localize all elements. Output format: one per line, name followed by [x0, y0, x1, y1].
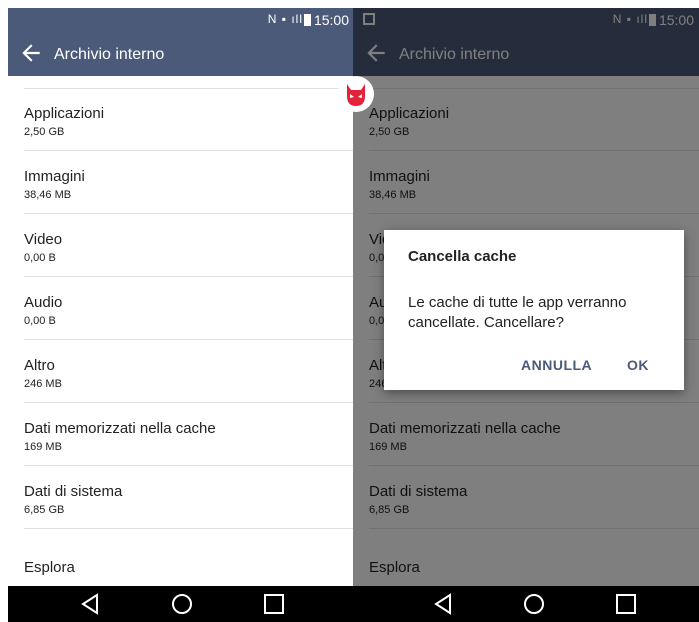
list-item-cache[interactable]: Dati memorizzati nella cache 169 MB [24, 403, 355, 466]
battery-icon [304, 14, 311, 26]
clear-cache-dialog: Cancella cache Le cache di tutte le app … [384, 230, 684, 390]
item-name: Esplora [24, 559, 75, 576]
page-title: Archivio interno [54, 46, 165, 63]
item-name: Dati memorizzati nella cache [24, 420, 216, 437]
status-bar: N ▪ ıll 15:00 [8, 8, 355, 32]
item-name: Altro [24, 357, 55, 374]
item-name: Dati di sistema [24, 483, 123, 500]
item-size: 246 MB [24, 378, 62, 390]
signal-icon: N ▪ ıll [267, 12, 303, 26]
left-screen: N ▪ ıll 15:00 Archivio interno Applicazi… [8, 8, 355, 622]
back-arrow-icon[interactable] [18, 40, 44, 66]
item-size: 0,00 B [24, 252, 56, 264]
nav-back-icon[interactable] [78, 592, 102, 616]
status-scrim [353, 8, 699, 32]
devil-logo-icon [347, 84, 365, 106]
nav-back-icon[interactable] [431, 592, 455, 616]
item-size: 2,50 GB [24, 126, 65, 138]
app-bar: Archivio interno [8, 32, 355, 76]
list-item-system[interactable]: Dati di sistema 6,85 GB [24, 466, 355, 529]
nav-bar [8, 586, 355, 622]
list-item-video[interactable]: Video 0,00 B [24, 214, 355, 277]
storage-list: Applicazioni 2,50 GB Immagini 38,46 MB V… [8, 88, 355, 591]
list-item-audio[interactable]: Audio 0,00 B [24, 277, 355, 340]
list-item-explore[interactable]: Esplora [24, 529, 355, 591]
nav-recent-icon[interactable] [262, 592, 286, 616]
site-logo [338, 76, 374, 112]
item-name: Applicazioni [24, 105, 105, 122]
status-time: 15:00 [313, 12, 349, 28]
nav-home-icon[interactable] [170, 592, 194, 616]
item-name: Video [24, 231, 63, 248]
item-size: 0,00 B [24, 315, 56, 327]
list-item-apps[interactable]: Applicazioni 2,50 GB [24, 88, 355, 151]
item-name: Audio [24, 294, 63, 311]
nav-home-icon[interactable] [522, 592, 546, 616]
cancel-button[interactable]: ANNULLA [521, 357, 592, 373]
nav-bar [353, 586, 699, 622]
ok-button[interactable]: OK [627, 357, 649, 373]
item-size: 38,46 MB [24, 189, 72, 201]
item-size: 169 MB [24, 441, 62, 453]
nav-recent-icon[interactable] [614, 592, 638, 616]
list-item-other[interactable]: Altro 246 MB [24, 340, 355, 403]
dialog-message: Le cache di tutte le app verranno cancel… [408, 294, 627, 331]
list-item-images[interactable]: Immagini 38,46 MB [24, 151, 355, 214]
dialog-title: Cancella cache [408, 248, 517, 265]
item-name: Immagini [24, 168, 85, 185]
item-size: 6,85 GB [24, 504, 65, 516]
